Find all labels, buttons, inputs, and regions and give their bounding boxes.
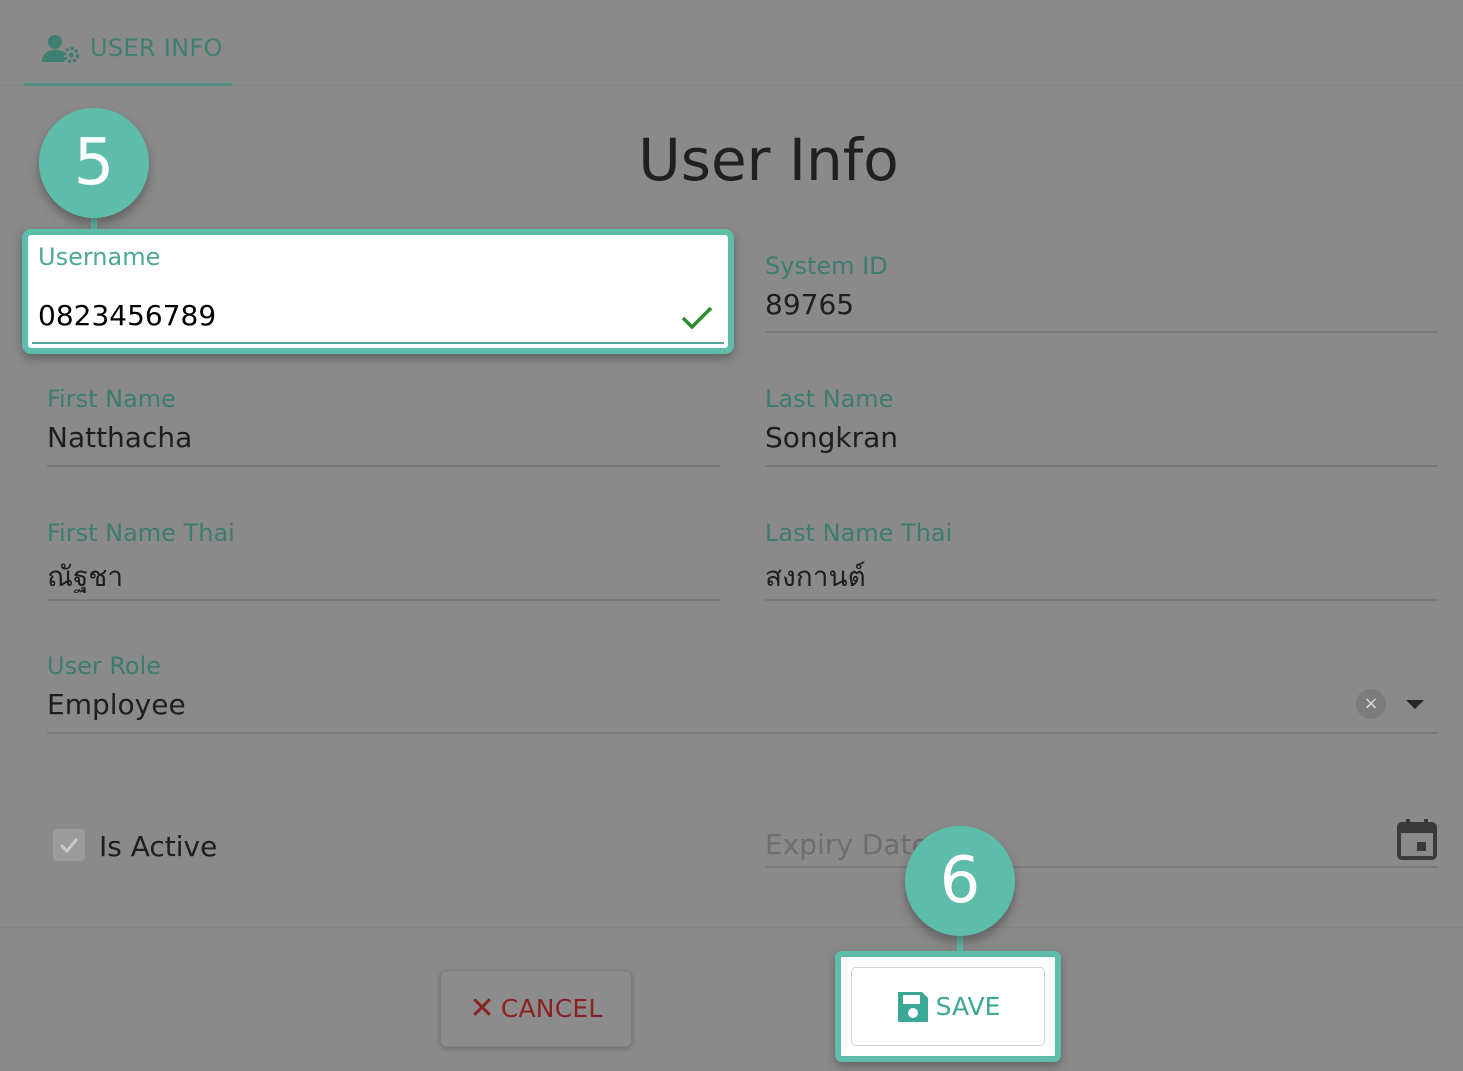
last-name-thai-input[interactable]: สงกานต์: [765, 555, 866, 599]
page-title: User Info: [638, 126, 899, 194]
first-name-thai-field[interactable]: First Name Thai ณัฐชา: [47, 519, 720, 601]
tab-user-info[interactable]: USER INFO: [24, 18, 232, 86]
save-button[interactable]: SAVE: [851, 967, 1045, 1046]
cancel-label: CANCEL: [500, 994, 603, 1023]
expiry-date-field[interactable]: Expiry Date: [765, 812, 1438, 868]
close-icon: ✕: [469, 990, 495, 1026]
first-name-input[interactable]: Natthacha: [47, 421, 192, 454]
username-input[interactable]: 0823456789: [38, 299, 216, 332]
is-active-label: Is Active: [99, 830, 218, 863]
last-name-thai-label: Last Name Thai: [765, 519, 953, 547]
callout-6-badge: 6: [905, 826, 1015, 936]
user-info-page: USER INFO User Info 5 Username 082345678…: [0, 0, 1463, 1071]
last-name-label: Last Name: [765, 385, 894, 413]
clear-icon[interactable]: ×: [1356, 689, 1386, 719]
cancel-button[interactable]: ✕ CANCEL: [440, 970, 632, 1047]
calendar-icon[interactable]: [1397, 818, 1437, 860]
expiry-date-placeholder: Expiry Date: [765, 828, 929, 861]
user-role-value: Employee: [47, 688, 186, 721]
first-name-field[interactable]: First Name Natthacha: [47, 385, 720, 467]
user-role-select[interactable]: User Role Employee: [47, 652, 1438, 734]
user-settings-icon: [42, 35, 80, 64]
last-name-field[interactable]: Last Name Songkran: [765, 385, 1438, 467]
save-highlight: SAVE: [835, 951, 1061, 1062]
last-name-input[interactable]: Songkran: [765, 421, 898, 454]
username-underline: [32, 342, 724, 344]
last-name-thai-field[interactable]: Last Name Thai สงกานต์: [765, 519, 1438, 601]
footer-divider: [0, 927, 1463, 928]
system-id-label: System ID: [765, 252, 888, 280]
chevron-down-icon[interactable]: [1406, 700, 1424, 709]
first-name-thai-label: First Name Thai: [47, 519, 235, 547]
username-label: Username: [38, 243, 161, 271]
username-field[interactable]: Username 0823456789: [22, 229, 734, 354]
system-id-field: System ID 89765: [765, 252, 1438, 333]
system-id-value: 89765: [765, 288, 855, 321]
first-name-thai-input[interactable]: ณัฐชา: [47, 555, 123, 599]
floppy-disk-icon: [897, 991, 928, 1022]
is-active-checkbox[interactable]: [53, 829, 85, 861]
callout-5-badge: 5: [39, 108, 149, 218]
tab-label: USER INFO: [90, 34, 223, 62]
user-role-label: User Role: [47, 652, 162, 680]
tab-bar: USER INFO: [0, 0, 1463, 86]
save-label: SAVE: [935, 992, 1001, 1021]
check-icon: [681, 306, 713, 330]
check-icon: [59, 838, 79, 854]
first-name-label: First Name: [47, 385, 176, 413]
